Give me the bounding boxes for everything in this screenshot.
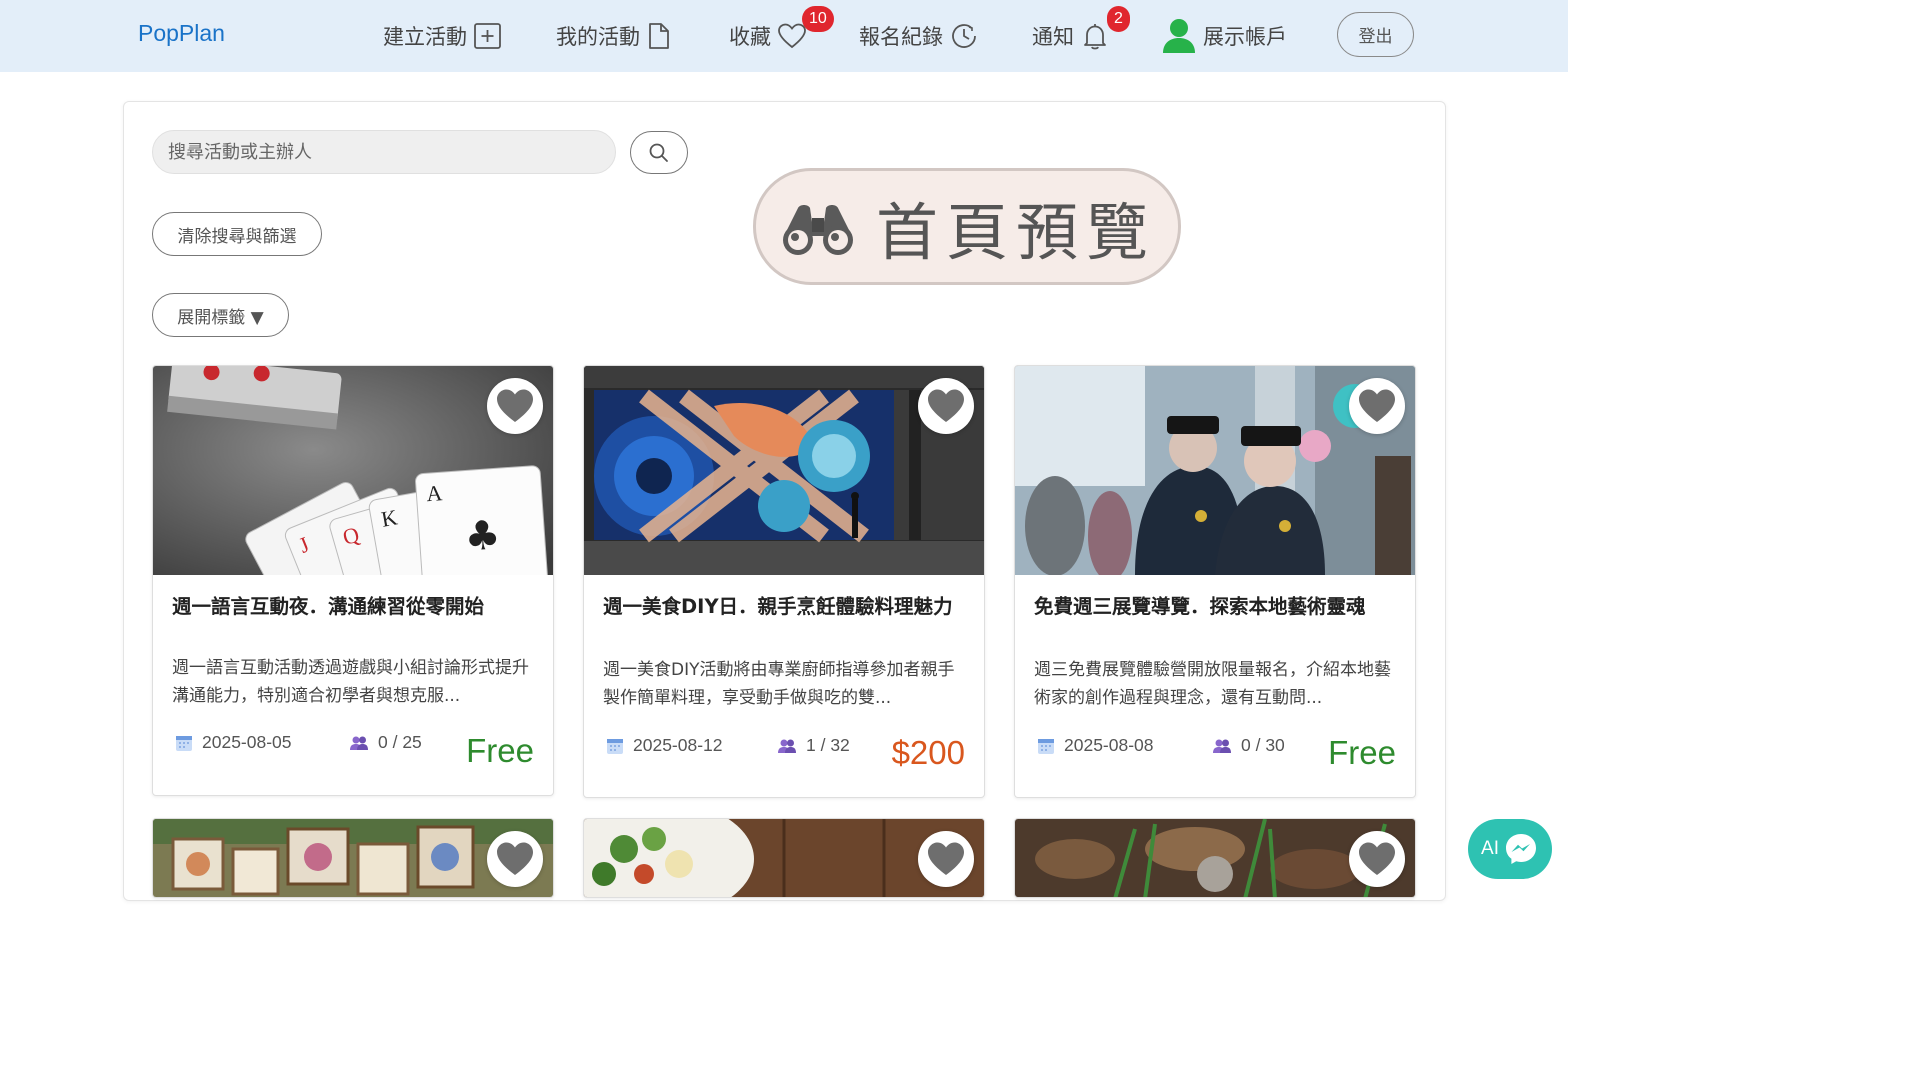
event-date: 2025-08-08 — [1037, 735, 1154, 756]
event-price: Free — [1328, 734, 1396, 771]
event-capacity: 0 / 30 — [1212, 735, 1285, 756]
event-card[interactable]: 免費週三展覽導覽．探索本地藝術靈魂 週三免費展覽體驗營開放限量報名，介紹本地藝術… — [1014, 365, 1416, 798]
event-date-text: 2025-08-12 — [633, 735, 723, 755]
ai-chat-label: AI — [1481, 838, 1499, 859]
svg-text:A: A — [426, 480, 444, 506]
svg-text:♣: ♣ — [463, 512, 502, 560]
event-price: $200 — [891, 734, 965, 771]
calendar-icon — [1038, 738, 1054, 754]
favorite-button[interactable] — [1349, 831, 1405, 887]
expand-tags-button[interactable]: 展開標籤 ▼ — [152, 293, 289, 337]
heart-icon — [928, 842, 964, 875]
heart-icon — [928, 389, 964, 422]
event-date-text: 2025-08-05 — [202, 732, 292, 752]
event-description: 週三免費展覽體驗營開放限量報名，介紹本地藝術家的創作過程與理念，還有互動問... — [1034, 660, 1391, 708]
event-capacity-text: 1 / 32 — [806, 735, 850, 755]
nav-notifications-label: 通知 — [1032, 25, 1074, 49]
user-avatar-icon — [1163, 19, 1195, 53]
event-price: Free — [466, 732, 534, 769]
nav-mine-label: 我的活動 — [556, 25, 640, 49]
event-card[interactable]: 週一美食DIY日．親手烹飪體驗料理魅力 週一美食DIY活動將由專業廚師指導參加者… — [583, 365, 985, 798]
nav-favorites-label: 收藏 — [729, 25, 771, 49]
event-card[interactable] — [152, 818, 554, 898]
event-date: 2025-08-05 — [175, 732, 292, 753]
event-card[interactable]: J Q K ♣ A ♣ 週一語言互動夜．溝通練習從零開始 週一語言互動活動透過遊… — [152, 365, 554, 796]
homepage-preview-badge: 首頁預覽 — [753, 168, 1181, 285]
nav-create-label: 建立活動 — [383, 25, 467, 49]
logout-button[interactable]: 登出 — [1337, 12, 1414, 57]
event-title[interactable]: 週一語言互動夜．溝通練習從零開始 — [172, 593, 534, 620]
event-date: 2025-08-12 — [606, 735, 723, 756]
nav-account[interactable]: 展示帳戶 — [1161, 18, 1287, 54]
event-title[interactable]: 免費週三展覽導覽．探索本地藝術靈魂 — [1034, 593, 1396, 620]
heart-outline-icon — [778, 23, 806, 49]
people-icon — [778, 739, 796, 753]
nav-registration-records[interactable]: 報名紀錄 — [859, 18, 979, 54]
nav-records-label: 報名紀錄 — [859, 25, 943, 49]
calendar-icon — [607, 738, 623, 754]
nav-favorites[interactable]: 收藏 — [729, 18, 807, 54]
heart-icon — [497, 842, 533, 875]
people-icon — [350, 736, 368, 750]
clear-search-filter-button[interactable]: 清除搜尋與篩選 — [152, 212, 322, 256]
preview-label: 首頁預覽 — [875, 195, 1156, 269]
people-icon — [1213, 739, 1231, 753]
favorite-button[interactable] — [918, 378, 974, 434]
binoculars-icon — [782, 204, 853, 255]
event-capacity: 1 / 32 — [777, 735, 850, 756]
notifications-count-badge: 2 — [1107, 6, 1130, 32]
clock-icon — [952, 24, 976, 48]
search-input[interactable] — [152, 130, 616, 174]
plus-square-icon — [474, 23, 501, 49]
favorite-button[interactable] — [1349, 378, 1405, 434]
search-icon — [649, 143, 668, 162]
favorite-button[interactable] — [487, 831, 543, 887]
nav-create-event[interactable]: 建立活動 — [383, 18, 503, 54]
heart-icon — [1359, 842, 1395, 875]
search-button[interactable] — [630, 131, 688, 174]
event-description: 週一語言互動活動透過遊戲與小組討論形式提升溝通能力，特別適合初學者與想克服... — [172, 658, 529, 706]
event-capacity-text: 0 / 30 — [1241, 735, 1285, 755]
nav-account-label: 展示帳戶 — [1203, 25, 1287, 49]
event-description: 週一美食DIY活動將由專業廚師指導參加者親手製作簡單料理，享受動手做與吃的雙..… — [603, 660, 955, 708]
favorites-count-badge: 10 — [802, 6, 834, 32]
favorite-button[interactable] — [918, 831, 974, 887]
bell-icon — [1084, 24, 1106, 50]
nav-notifications[interactable]: 通知 — [1032, 18, 1110, 54]
event-card[interactable] — [1014, 818, 1416, 898]
messenger-icon — [1505, 834, 1536, 864]
event-title[interactable]: 週一美食DIY日．親手烹飪體驗料理魅力 — [603, 593, 965, 620]
heart-icon — [1359, 389, 1395, 422]
ai-chat-button[interactable]: AI — [1468, 819, 1552, 879]
event-card[interactable] — [583, 818, 985, 898]
nav-my-events[interactable]: 我的活動 — [556, 18, 672, 54]
event-capacity-text: 0 / 25 — [378, 732, 422, 752]
event-date-text: 2025-08-08 — [1064, 735, 1154, 755]
top-navbar: PopPlan 建立活動 我的活動 收藏 10 報名紀錄 通知 2 展示帳戶 登… — [0, 0, 1568, 72]
brand-logo[interactable]: PopPlan — [138, 20, 225, 47]
calendar-icon — [176, 735, 192, 751]
event-capacity: 0 / 25 — [349, 732, 422, 753]
document-icon — [649, 23, 669, 49]
favorite-button[interactable] — [487, 378, 543, 434]
heart-icon — [497, 389, 533, 422]
